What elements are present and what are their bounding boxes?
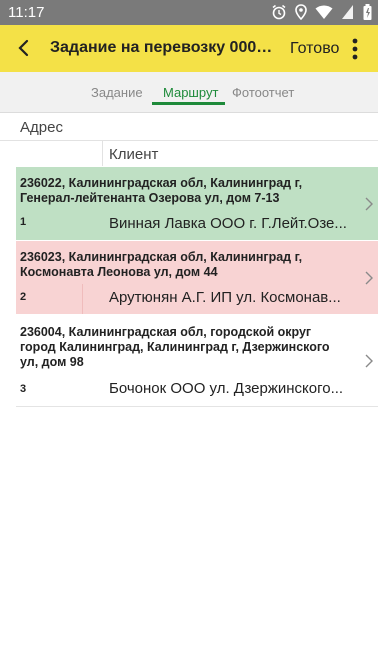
row-address: 236004, Калининградская обл, городской о…: [20, 325, 330, 369]
row-address: 236023, Калининградская обл, Калининград…: [20, 250, 303, 279]
tab-task[interactable]: Задание: [91, 85, 143, 100]
location-icon: [295, 4, 307, 20]
row-client: Бочонок ООО ул. Дзержинского...: [109, 380, 344, 397]
header-column-divider: [102, 141, 103, 166]
row-number: 2: [20, 291, 27, 303]
table-row[interactable]: 236022, Калининградская обл, Калининград…: [16, 167, 378, 240]
row-number: 3: [20, 383, 27, 395]
battery-icon: [363, 4, 372, 20]
no-sim-icon: [342, 5, 353, 19]
chevron-right-icon: [365, 197, 373, 211]
status-icons: [271, 4, 372, 20]
table-row[interactable]: 236004, Калининградская обл, городской о…: [16, 316, 378, 407]
row-client: Винная Лавка ООО г. Г.Лейт.Озе...: [109, 215, 347, 232]
table-row[interactable]: 236023, Калининградская обл, Калининград…: [16, 241, 378, 314]
row-address: 236022, Калининградская обл, Калининград…: [20, 176, 303, 205]
tab-route[interactable]: Маршрут: [163, 85, 218, 100]
active-tab-indicator: [152, 102, 225, 105]
tab-bar: Задание Маршрут Фотоотчет: [0, 72, 378, 113]
app-bar: Задание на перевозку 00000... Готово: [0, 25, 378, 72]
tab-photo-report[interactable]: Фотоотчет: [232, 85, 294, 100]
status-bar: 11:17: [0, 0, 378, 25]
arrow-left-icon[interactable]: [12, 36, 36, 60]
column-header-client: Клиент: [109, 146, 159, 163]
wifi-icon: [315, 5, 333, 19]
row-client: Арутюнян А.Г. ИП ул. Космонав...: [109, 289, 341, 306]
header-divider: [0, 140, 378, 141]
column-header-address: Адрес: [20, 119, 63, 136]
chevron-right-icon: [365, 354, 373, 368]
status-time: 11:17: [8, 4, 45, 21]
row-number: 1: [20, 216, 27, 228]
done-button[interactable]: Готово: [290, 40, 339, 58]
row-column-divider: [82, 284, 83, 314]
chevron-right-icon: [365, 271, 373, 285]
alarm-icon: [272, 4, 286, 20]
more-vert-icon[interactable]: [350, 37, 360, 61]
page-title: Задание на перевозку 00000...: [50, 39, 278, 56]
